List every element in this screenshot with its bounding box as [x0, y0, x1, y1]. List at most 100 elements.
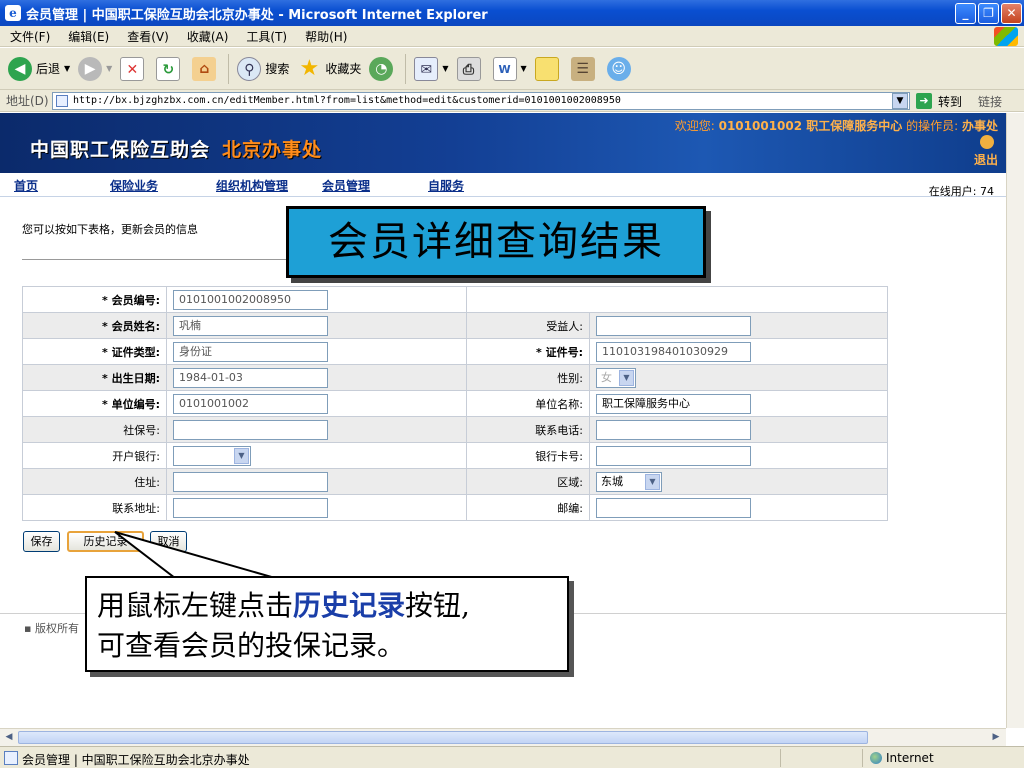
member-no-input[interactable]: 0101001002008950 [173, 289, 328, 310]
overlay-title: 会员详细查询结果 [286, 206, 706, 278]
unit-name-label: 单位名称: [466, 390, 590, 417]
status-text: 会员管理 | 中国职工保险互助会北京办事处 [22, 753, 250, 767]
phone-cell [589, 416, 888, 443]
status-bar: 会员管理 | 中国职工保险互助会北京办事处 Internet [0, 746, 1024, 768]
footer-copyright: ▪ 版权所有 [24, 622, 79, 635]
horizontal-scrollbar[interactable]: ◀ ▶ [0, 728, 1006, 746]
print-button[interactable]: ⎙ [456, 56, 485, 81]
form-hint: 您可以按如下表格，更新会员的信息 [22, 223, 198, 236]
welcome-operator-label: 的操作员: [906, 119, 959, 133]
minimize-button[interactable]: _ [955, 3, 976, 24]
vertical-scrollbar[interactable] [1006, 113, 1024, 728]
bank-cell: ▼ [166, 442, 467, 469]
back-dropdown-icon[interactable]: ▼ [64, 64, 70, 73]
messenger-button[interactable]: ☺ [606, 56, 635, 81]
save-button[interactable]: 保存 [23, 531, 60, 552]
site-banner: 中国职工保险互助会 北京办事处 欢迎您: 0101001002 职工保障服务中心… [0, 113, 1006, 173]
history-toolbar-button[interactable]: ◔ [369, 56, 397, 81]
birth-input[interactable]: 1984-01-03 [173, 367, 328, 388]
forward-dropdown-icon[interactable]: ▼ [106, 64, 112, 73]
edit-dropdown-icon[interactable]: ▼ [521, 64, 527, 73]
research-button[interactable]: ☰ [570, 56, 599, 81]
address-field-input[interactable] [173, 471, 328, 492]
forward-button[interactable]: ▶ ▼ [78, 56, 112, 81]
restore-button[interactable]: ❐ [978, 3, 999, 24]
district-value: 东城 [601, 474, 623, 488]
nav-members[interactable]: 会员管理 [322, 177, 370, 194]
callout-line-2: 可查看会员的投保记录。 [97, 629, 406, 662]
address-dropdown-icon[interactable]: ▼ [892, 93, 908, 109]
bank-select[interactable]: ▼ [173, 445, 251, 466]
security-zone: Internet [870, 751, 934, 765]
stop-button[interactable]: ✕ [120, 56, 148, 81]
page-status-icon [4, 751, 18, 765]
go-arrow-icon[interactable]: ➜ [916, 93, 932, 109]
nav-organization[interactable]: 组织机构管理 [216, 177, 288, 194]
menu-help[interactable]: 帮助(H) [305, 28, 347, 45]
window-title: 会员管理 | 中国职工保险互助会北京办事处 - Microsoft Intern… [26, 7, 488, 23]
refresh-button[interactable]: ↻ [156, 56, 184, 81]
mail-dropdown-icon[interactable]: ▼ [442, 64, 448, 73]
research-icon: ☰ [570, 56, 595, 81]
logout-link[interactable]: 退出 [974, 151, 998, 168]
card-cell [589, 442, 888, 469]
name-input[interactable]: 巩楠 [173, 315, 328, 336]
id-type-input[interactable]: 身份证 [173, 341, 328, 362]
contact-label: 联系地址: [22, 494, 167, 521]
scroll-left-icon[interactable]: ◀ [1, 730, 17, 745]
gender-select[interactable]: 女 ▼ [596, 367, 636, 388]
member-no-cell: 0101001002008950 [166, 286, 467, 313]
unit-no-input[interactable]: 0101001002 [173, 393, 328, 414]
back-label: 后退 [36, 62, 61, 76]
menu-tools[interactable]: 工具(T) [246, 28, 287, 45]
district-cell: 东城 ▼ [589, 468, 888, 495]
mail-button[interactable]: ✉ ▼ [414, 56, 449, 81]
nav-home[interactable]: 首页 [14, 177, 38, 194]
social-no-input[interactable] [173, 419, 328, 440]
favorites-button[interactable]: ★ 收藏夹 [297, 55, 362, 81]
print-icon: ⎙ [456, 56, 481, 81]
phone-input[interactable] [596, 419, 751, 440]
toolbar-separator [228, 53, 230, 84]
favorites-label: 收藏夹 [325, 62, 362, 76]
edit-button[interactable]: W ▼ [492, 56, 527, 81]
home-button[interactable]: ⌂ [192, 56, 220, 81]
card-input[interactable] [596, 445, 751, 466]
address-input[interactable]: http://bx.bjzghzbx.com.cn/editMember.htm… [52, 92, 910, 110]
menu-file[interactable]: 文件(F) [10, 28, 50, 45]
forward-arrow-icon: ▶ [78, 56, 103, 81]
district-select[interactable]: 东城 ▼ [596, 471, 662, 492]
address-label: 地址(D) [6, 94, 49, 108]
search-button[interactable]: ⚲ 搜索 [237, 56, 290, 81]
menu-view[interactable]: 查看(V) [127, 28, 169, 45]
scroll-right-icon[interactable]: ▶ [988, 730, 1004, 745]
id-type-label: * 证件类型: [22, 338, 167, 365]
back-button[interactable]: ◀ 后退 ▼ [8, 56, 70, 81]
discuss-button[interactable] [534, 56, 563, 81]
nav-self-service[interactable]: 自服务 [428, 177, 464, 194]
id-no-input[interactable]: 110103198401030929 [596, 341, 751, 362]
menu-edit[interactable]: 编辑(E) [68, 28, 109, 45]
unit-name-input[interactable]: 职工保障服务中心 [596, 393, 751, 414]
go-button[interactable]: 转到 [938, 93, 962, 110]
windows-logo-icon [994, 27, 1018, 46]
menu-favorites[interactable]: 收藏(A) [187, 28, 229, 45]
contact-input[interactable] [173, 497, 328, 518]
callout-box: 用鼠标左键点击历史记录按钮, 可查看会员的投保记录。 [85, 576, 569, 672]
globe-icon [870, 752, 882, 764]
star-icon: ★ [299, 55, 320, 81]
unit-no-cell: 0101001002 [166, 390, 467, 417]
search-label: 搜索 [265, 62, 290, 76]
note-icon [534, 56, 559, 81]
nav-insurance[interactable]: 保险业务 [110, 177, 158, 194]
scroll-thumb[interactable] [18, 731, 868, 744]
toolbar-separator [405, 53, 407, 84]
links-button[interactable]: 链接 [978, 93, 1002, 110]
form-row: 社保号: 联系电话: [22, 416, 888, 443]
refresh-icon: ↻ [156, 56, 181, 81]
postcode-input[interactable] [596, 497, 751, 518]
close-button[interactable]: ✕ [1001, 3, 1022, 24]
online-users: 在线用户: 74 [928, 185, 994, 198]
site-logo-name: 中国职工保险互助会 [30, 139, 211, 161]
beneficiary-input[interactable] [596, 315, 751, 336]
